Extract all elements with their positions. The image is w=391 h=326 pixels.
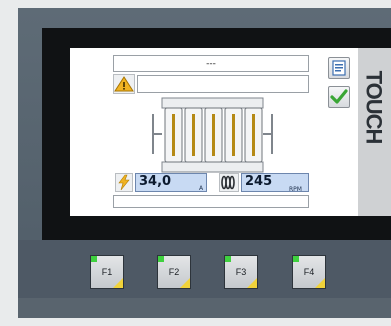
top-display-field: --- [113, 55, 309, 72]
lightning-icon [118, 174, 130, 191]
speed-indicator [219, 173, 239, 192]
confirm-check-icon [330, 89, 348, 104]
panel-bottom-strip [18, 298, 391, 318]
top-display-field-text: --- [206, 58, 216, 69]
confirm-button[interactable] [328, 86, 350, 108]
screen-list-button[interactable] [328, 57, 350, 79]
current-value: 34,0 [139, 174, 172, 189]
f3-led [225, 256, 231, 262]
current-unit: A [199, 185, 204, 192]
f1-led [91, 256, 97, 262]
f3-label: F3 [235, 267, 247, 277]
motor-rollers-icon [152, 97, 273, 173]
f2-label: F2 [168, 267, 180, 277]
function-key-panel [18, 240, 391, 298]
speed-unit: RPM [289, 186, 302, 193]
coil-icon [221, 175, 235, 190]
f4-led [293, 256, 299, 262]
f1-key[interactable]: F1 [90, 255, 124, 289]
f3-corner-marker [247, 278, 257, 288]
warning-indicator[interactable] [113, 74, 135, 94]
brand-text: TOUCH [361, 70, 387, 144]
f4-key[interactable]: F4 [292, 255, 326, 289]
warning-icon [114, 76, 134, 92]
screen-list-icon [332, 60, 346, 76]
f1-label: F1 [101, 267, 113, 277]
status-message-field [137, 75, 309, 93]
current-indicator [115, 173, 133, 192]
f4-corner-marker [315, 278, 325, 288]
f4-label: F4 [303, 267, 315, 277]
f2-corner-marker [180, 278, 190, 288]
f1-corner-marker [113, 278, 123, 288]
speed-value: 245 [245, 174, 273, 189]
f3-key[interactable]: F3 [224, 255, 258, 289]
f2-led [158, 256, 164, 262]
bottom-message-field [113, 195, 309, 208]
brand-label: TOUCH [356, 52, 391, 162]
f2-key[interactable]: F2 [157, 255, 191, 289]
